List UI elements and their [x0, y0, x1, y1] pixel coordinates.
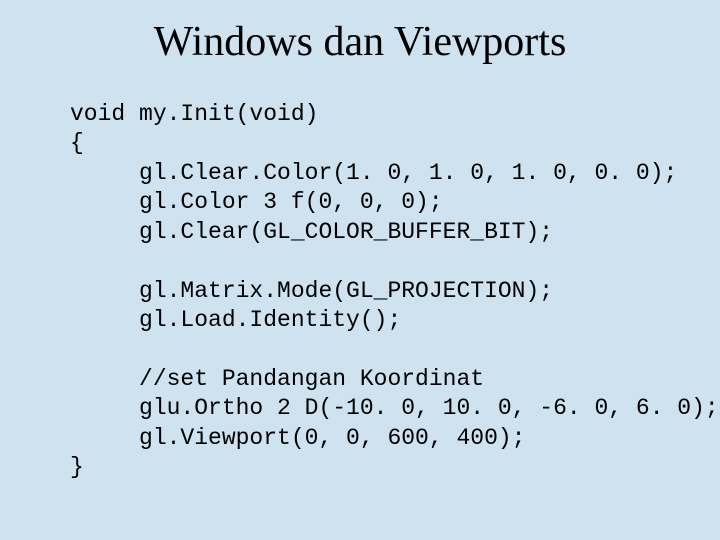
code-block: void my.Init(void) { gl.Clear.Color(1. 0… [40, 100, 680, 483]
code-line: gl.Viewport(0, 0, 600, 400); [70, 425, 525, 451]
code-line: gl.Color 3 f(0, 0, 0); [70, 189, 443, 215]
code-line: gl.Clear(GL_COLOR_BUFFER_BIT); [70, 219, 553, 245]
code-line: gl.Clear.Color(1. 0, 1. 0, 1. 0, 0. 0); [70, 160, 677, 186]
code-line: //set Pandangan Koordinat [70, 366, 484, 392]
code-line: { [70, 130, 84, 156]
code-line: gl.Load.Identity(); [70, 307, 401, 333]
code-line: gl.Matrix.Mode(GL_PROJECTION); [70, 278, 553, 304]
page-title: Windows dan Viewports [40, 18, 680, 66]
slide: Windows dan Viewports void my.Init(void)… [0, 0, 720, 540]
code-line: void my.Init(void) [70, 101, 318, 127]
code-line: glu.Ortho 2 D(-10. 0, 10. 0, -6. 0, 6. 0… [70, 395, 719, 421]
code-line: } [70, 454, 84, 480]
